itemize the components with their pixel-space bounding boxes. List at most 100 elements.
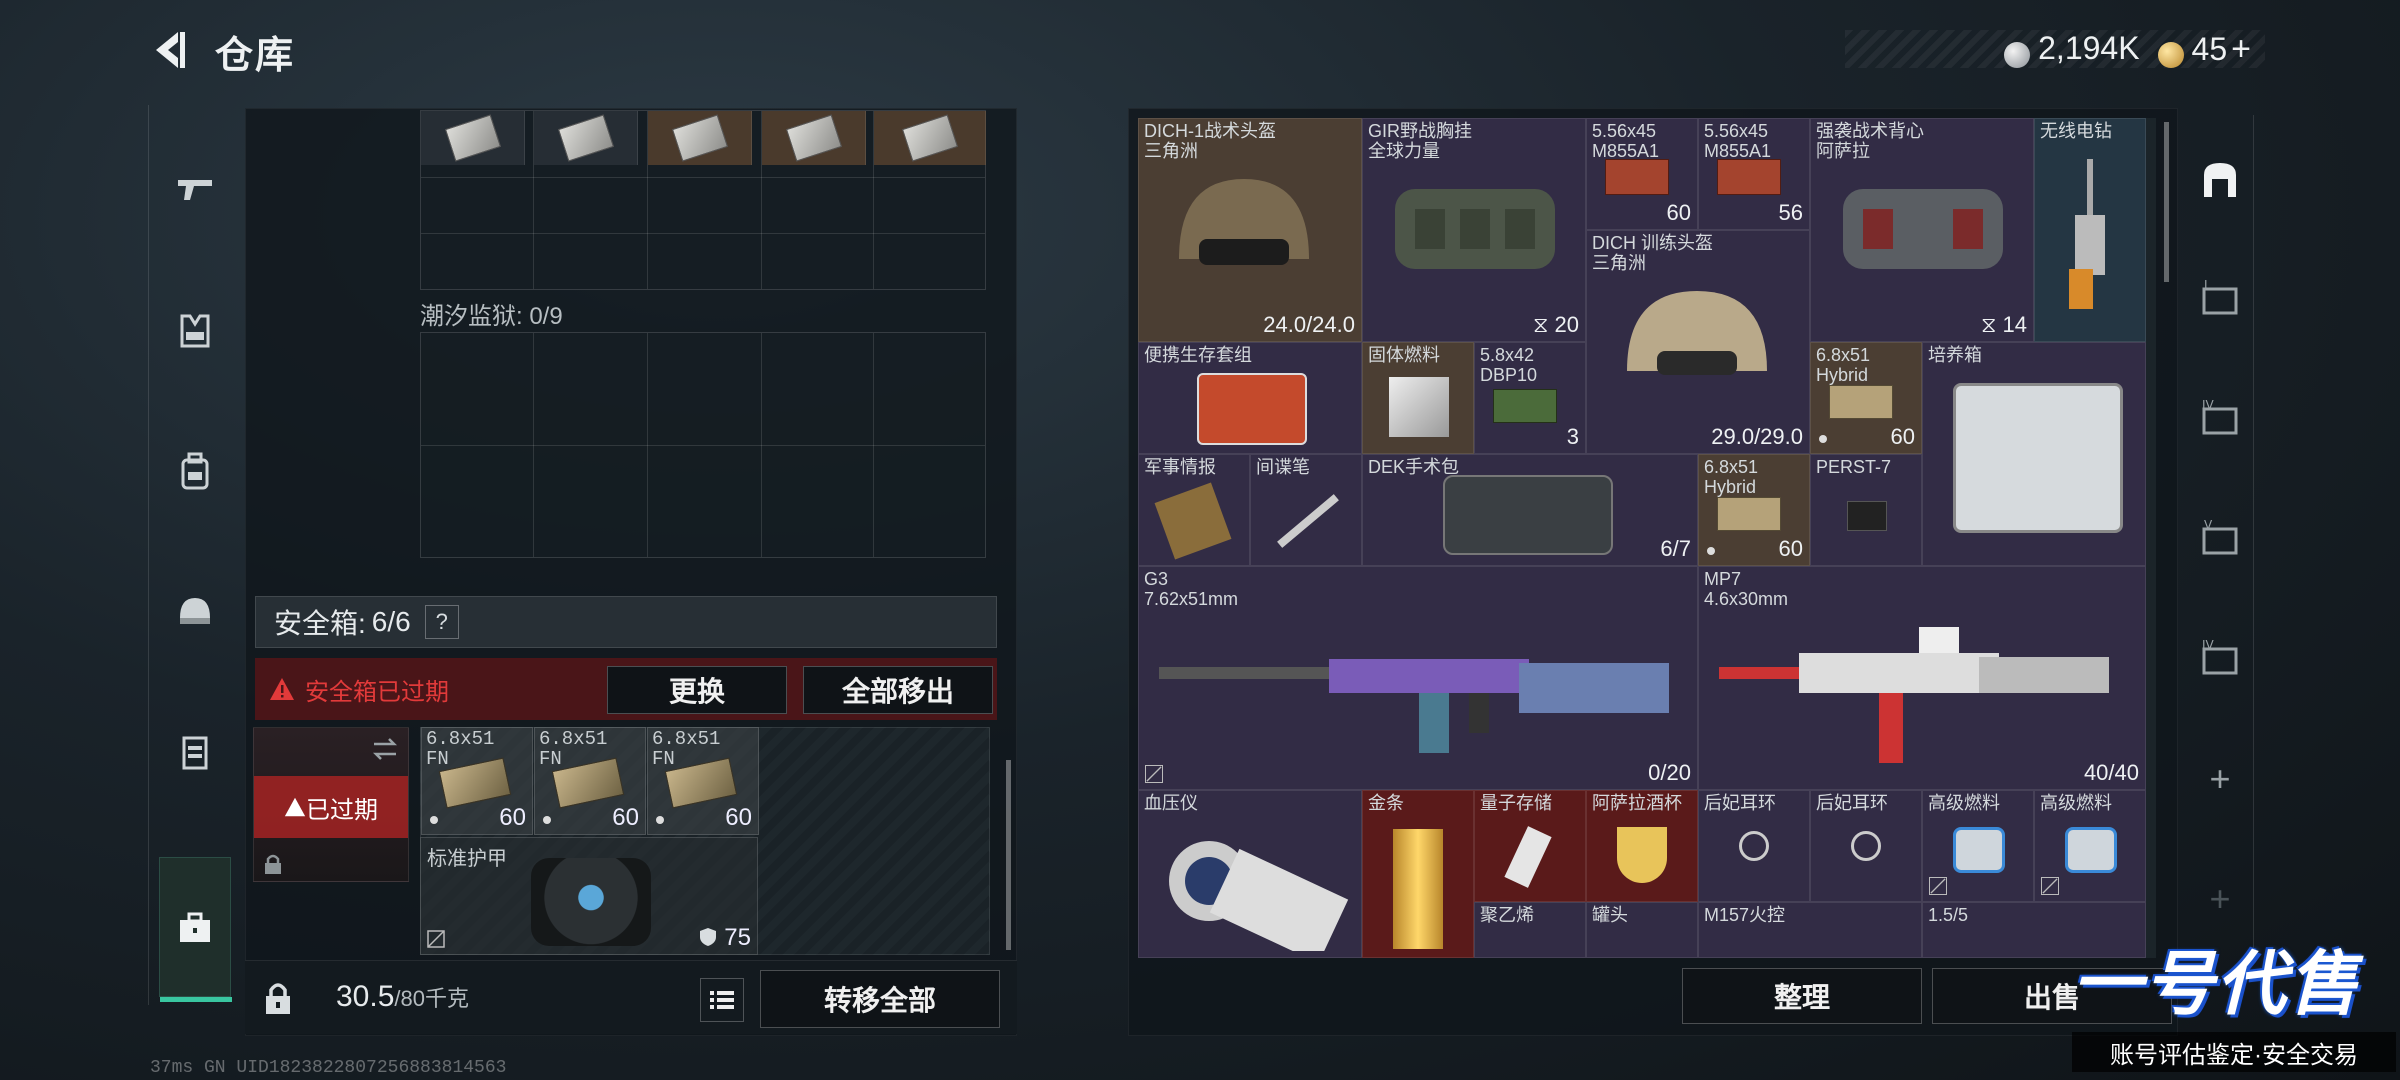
storage-item-mp7[interactable]: MP7 4.6x30mm 40/40 bbox=[1698, 566, 2146, 790]
storage-scrollbar[interactable] bbox=[2164, 122, 2169, 282]
transfer-all-button[interactable]: 转移全部 bbox=[760, 970, 1000, 1028]
nav-armor[interactable] bbox=[159, 717, 231, 789]
item-name: DICH-1战术头盔 bbox=[1144, 121, 1277, 141]
storage-item-helmet[interactable]: DICH-1战术头盔 三角洲 24.0/24.0 bbox=[1138, 118, 1362, 342]
storage-item-m157[interactable]: M157火控 bbox=[1698, 902, 1922, 958]
storage-item-ammo[interactable]: 6.8x51 Hybrid 60 bbox=[1810, 342, 1922, 454]
nav-safe-box[interactable] bbox=[159, 857, 232, 1002]
ammo-pack-icon bbox=[557, 114, 614, 162]
help-icon[interactable]: ? bbox=[424, 605, 459, 639]
swap-icon[interactable] bbox=[370, 734, 400, 764]
container-grid-prison[interactable] bbox=[420, 332, 986, 558]
storage-item-vest[interactable]: 强袭战术背心 阿萨拉 ⧖ 14 bbox=[1810, 118, 2034, 342]
storage-item-gold-bar[interactable]: 金条 bbox=[1362, 790, 1474, 958]
add-currency-button[interactable]: + bbox=[2231, 30, 2251, 68]
storage-item-wine-cup[interactable]: 阿萨拉酒杯 bbox=[1586, 790, 1698, 902]
storage-item-chest-rig[interactable]: GIR野战胸挂 全球力量 ⧖ 20 bbox=[1362, 118, 1586, 342]
storage-item-solid-fuel[interactable]: 固体燃料 bbox=[1362, 342, 1474, 454]
weight-current: 30.5 bbox=[336, 980, 395, 1013]
storage-item-earring[interactable]: 后妃耳环 bbox=[1810, 790, 1922, 902]
nav-helmet[interactable] bbox=[159, 575, 231, 647]
storage-item-canned-food[interactable]: 罐头 bbox=[1586, 902, 1698, 958]
storage-item-ammo[interactable]: 5.56x45 M855A1 56 bbox=[1698, 118, 1810, 230]
silver-currency[interactable]: 2,194K bbox=[2004, 30, 2140, 68]
incubator-icon bbox=[1953, 383, 2123, 533]
warning-icon bbox=[284, 797, 306, 817]
grid-item[interactable] bbox=[534, 111, 638, 165]
tab-storage-4[interactable]: IV bbox=[2192, 391, 2248, 447]
safe-ammo-item[interactable]: 6.8x51 FN 60 bbox=[534, 727, 646, 835]
left-scrollbar[interactable] bbox=[1006, 760, 1011, 950]
storage-item-ammo[interactable]: 5.8x42 DBP10 3 bbox=[1474, 342, 1586, 454]
storage-item-ammo[interactable]: 6.8x51 Hybrid 60 bbox=[1698, 454, 1810, 566]
storage-item-surgery-kit[interactable]: DEK手术包 6/7 bbox=[1362, 454, 1698, 566]
storage-item-premium-fuel[interactable]: 高级燃料 bbox=[2034, 790, 2146, 902]
safe-armor-item[interactable]: 标准护甲 75 bbox=[420, 837, 758, 955]
item-name: 5.56x45 bbox=[1704, 121, 1769, 141]
grid-item[interactable] bbox=[421, 111, 525, 165]
item-name: MP7 bbox=[1704, 569, 1742, 589]
item-sub: 7.62x51mm bbox=[1144, 588, 1239, 609]
ammo-pack-icon bbox=[785, 114, 842, 162]
tab-storage-1[interactable]: I bbox=[2192, 271, 2248, 327]
ammo-box-icon bbox=[1493, 389, 1557, 423]
surgery-kit-icon bbox=[1443, 475, 1613, 555]
ammo-pack-icon bbox=[671, 114, 728, 162]
tab-all-storage[interactable] bbox=[2192, 151, 2248, 207]
safe-ammo-item[interactable]: 6.8x51 FN 60 bbox=[647, 727, 759, 835]
storage-item-intel[interactable]: 军事情报 bbox=[1138, 454, 1250, 566]
gold-currency[interactable]: 45 + bbox=[2157, 30, 2251, 69]
svg-text:IV: IV bbox=[2202, 638, 2215, 652]
storage-item-drill[interactable]: 无线电钻 bbox=[2034, 118, 2146, 342]
fuel-icon bbox=[1389, 377, 1449, 437]
add-storage-button-disabled[interactable]: + bbox=[2192, 871, 2248, 927]
gold-amount: 45 bbox=[2191, 30, 2228, 67]
storage-item-spy-pen[interactable]: 间谍笔 bbox=[1250, 454, 1362, 566]
storage-item-quantum-storage[interactable]: 量子存储 bbox=[1474, 790, 1586, 902]
storage-item-earring[interactable]: 后妃耳环 bbox=[1698, 790, 1810, 902]
vest-icon bbox=[1843, 189, 2003, 269]
item-durability: 29.0/29.0 bbox=[1711, 424, 1803, 449]
storage-tab-icon: V bbox=[2202, 518, 2238, 555]
grid-item[interactable] bbox=[762, 111, 866, 165]
storage-item-polyethylene[interactable]: 聚乙烯 bbox=[1474, 902, 1586, 958]
tab-storage-4b[interactable]: IV bbox=[2192, 631, 2248, 687]
storage-item-survival-kit[interactable]: 便携生存套组 bbox=[1138, 342, 1362, 454]
list-icon bbox=[710, 991, 734, 1009]
storage-item-ammo[interactable]: 5.56x45 M855A1 60 bbox=[1586, 118, 1698, 230]
no-trade-icon bbox=[427, 930, 445, 948]
item-sub: DBP10 bbox=[1480, 364, 1538, 385]
tab-storage-5[interactable]: V bbox=[2192, 511, 2248, 567]
list-view-button[interactable] bbox=[700, 978, 744, 1022]
sort-button[interactable]: 整理 bbox=[1682, 968, 1922, 1024]
earring-icon bbox=[1739, 831, 1769, 861]
ammo-caliber: 6.8x51 bbox=[652, 728, 721, 750]
container-grid-top bbox=[420, 110, 986, 290]
chest-rig-icon bbox=[180, 314, 210, 348]
expired-tag-text: 已过期 bbox=[306, 796, 378, 824]
grid-item[interactable] bbox=[874, 111, 986, 165]
safe-box-slot[interactable]: 已过期 bbox=[253, 727, 409, 882]
armor-icon bbox=[182, 736, 208, 770]
weight-lock-icon bbox=[266, 983, 290, 1014]
storage-item-incubator[interactable]: 培养箱 bbox=[1922, 342, 2146, 566]
storage-item-bp-monitor[interactable]: 血压仪 bbox=[1138, 790, 1362, 958]
nav-backpack[interactable] bbox=[159, 435, 231, 507]
warning-icon bbox=[270, 678, 294, 700]
storage-item-training-helmet[interactable]: DICH 训练头盔 三角洲 29.0/29.0 bbox=[1586, 230, 1810, 454]
storage-item-g3[interactable]: G3 7.62x51mm 0/20 bbox=[1138, 566, 1698, 790]
shield-icon bbox=[699, 928, 716, 946]
replace-button[interactable]: 更换 bbox=[607, 666, 787, 714]
back-button[interactable] bbox=[148, 28, 188, 72]
storage-item-perst[interactable]: PERST-7 bbox=[1810, 454, 1922, 566]
safe-ammo-item[interactable]: 6.8x51 FN 60 bbox=[421, 727, 533, 835]
nav-weapons[interactable] bbox=[159, 153, 231, 225]
grid-item[interactable] bbox=[648, 111, 752, 165]
item-name: DICH 训练头盔 bbox=[1592, 233, 1713, 253]
add-storage-button[interactable]: + bbox=[2192, 751, 2248, 807]
remove-all-button[interactable]: 全部移出 bbox=[803, 666, 993, 714]
storage-item-premium-fuel[interactable]: 高级燃料 bbox=[1922, 790, 2034, 902]
nav-chest-rig[interactable] bbox=[159, 295, 231, 367]
weight-max: /80千克 bbox=[394, 986, 469, 1011]
usb-icon bbox=[1504, 826, 1552, 888]
